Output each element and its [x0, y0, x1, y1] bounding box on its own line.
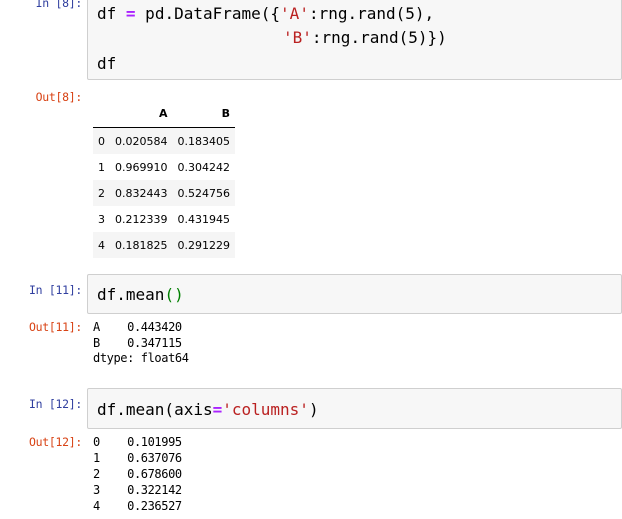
cell12-out-prompt: Out[12]: — [29, 435, 82, 449]
table-row: 3 0.212339 0.431945 — [93, 206, 235, 232]
table-row-index: 3 — [98, 212, 105, 226]
cell11-output-line-3: dtype: float64 — [93, 351, 189, 365]
table-header-row: A B — [93, 100, 235, 128]
cell8-code-line-2: 'B':rng.rand(5)}) — [283, 28, 447, 47]
cell12-output-line-2: 1 0.637076 — [93, 451, 182, 465]
table-cell: 0.304242 — [177, 160, 231, 174]
cell11-code-line: df.mean() — [97, 285, 184, 304]
cell8-code-line-3: df — [97, 54, 117, 73]
table-header-b: B — [172, 100, 235, 128]
cell12-code-line: df.mean(axis='columns') — [97, 400, 319, 419]
table-row-index: 4 — [98, 238, 105, 252]
cell12-output-line-4: 3 0.322142 — [93, 483, 182, 497]
cell12-output-line-1: 0 0.101995 — [93, 435, 182, 449]
cell8-out-prompt: Out[8]: — [35, 90, 83, 104]
cell11-output-line-2: B 0.347115 — [93, 336, 182, 350]
table-cell: 0.183405 — [177, 134, 231, 148]
cell8-code-input[interactable]: df = pd.DataFrame({'A':rng.rand(5), 'B':… — [87, 0, 622, 80]
table-row-index: 2 — [98, 186, 105, 200]
cell11-output-line-1: A 0.443420 — [93, 320, 182, 334]
table-row: 0 0.020584 0.183405 — [93, 127, 235, 154]
table-cell: 0.832443 — [115, 186, 168, 200]
table-row-index: 0 — [98, 134, 105, 148]
cell12-output-line-5: 4 0.236527 — [93, 499, 182, 513]
table-row: 4 0.181825 0.291229 — [93, 232, 235, 258]
cell11-out-prompt: Out[11]: — [29, 320, 82, 334]
cell12-code-input[interactable]: df.mean(axis='columns') — [87, 388, 622, 429]
table-cell: 0.020584 — [115, 134, 168, 148]
cell11-code-input[interactable]: df.mean() — [87, 274, 622, 314]
table-header-a: A — [110, 100, 173, 128]
table-cell: 0.291229 — [177, 238, 231, 252]
cell8-code-line-1: df = pd.DataFrame({'A':rng.rand(5), — [97, 4, 435, 23]
table-row: 2 0.832443 0.524756 — [93, 180, 235, 206]
table-cell: 0.524756 — [177, 186, 231, 200]
table-row-index: 1 — [98, 160, 105, 174]
cell8-in-prompt: In [8]: — [35, 0, 83, 10]
table-cell: 0.431945 — [177, 212, 231, 226]
cell12-in-prompt: In [12]: — [29, 397, 82, 411]
table-row: 1 0.969910 0.304242 — [93, 154, 235, 180]
dataframe-table: A B 0 0.020584 0.183405 1 0.969910 0.304… — [93, 100, 235, 258]
table-cell: 0.212339 — [115, 212, 168, 226]
table-header-index — [93, 100, 110, 128]
table-cell: 0.969910 — [115, 160, 168, 174]
cell12-output-line-3: 2 0.678600 — [93, 467, 182, 481]
cell11-in-prompt: In [11]: — [29, 283, 82, 297]
table-cell: 0.181825 — [115, 238, 168, 252]
